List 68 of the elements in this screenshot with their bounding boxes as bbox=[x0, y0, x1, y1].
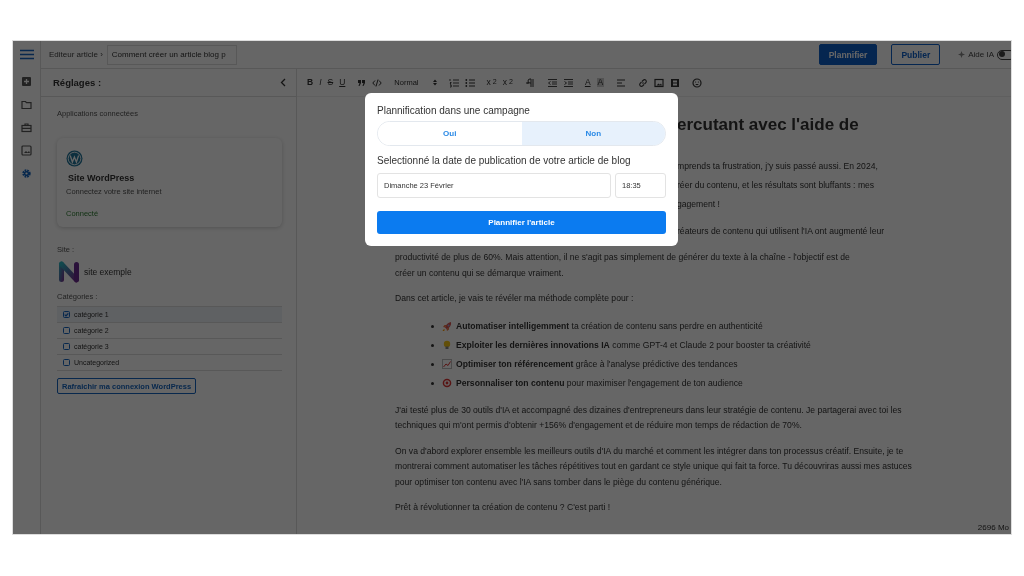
outdent-icon[interactable] bbox=[546, 77, 557, 88]
align-left-icon[interactable] bbox=[616, 77, 627, 88]
dialog-title: Plannification dans une campagne bbox=[377, 105, 531, 116]
paragraph: Dans cet article, je vais te révéler ma méthode complète pour : bbox=[395, 292, 635, 305]
code-icon[interactable] bbox=[372, 77, 383, 88]
wordpress-logo-icon bbox=[66, 150, 83, 167]
trend-chart-icon bbox=[442, 359, 452, 369]
schedule-button[interactable]: Plannifier bbox=[818, 44, 878, 65]
schedule-article-button[interactable]: Plannifier l'article bbox=[377, 211, 666, 234]
text-line: réateurs de contenu qui utilisent l'IA ont augmenté leur bbox=[677, 225, 886, 238]
link-icon[interactable] bbox=[638, 77, 649, 88]
paragraph: Prêt à révolutionner ta création de contenu ? C'est parti ! bbox=[395, 501, 612, 514]
text-line: productivité de plus de 60%. Mais attention, il ne s'agit pas simplement de générer du texte à la chaîne - l'objectif est de bbox=[395, 251, 851, 264]
list-item-text: Exploiter les dernières innovations IA comme GPT-4 et Claude 2 pour booster ta créativité bbox=[456, 338, 811, 352]
quote-icon[interactable] bbox=[357, 77, 367, 88]
toggle-label: Aide IA bbox=[968, 50, 994, 59]
text-line: gagement ! bbox=[677, 198, 721, 211]
bullet-icon bbox=[431, 343, 434, 347]
publish-button[interactable]: Publier bbox=[891, 44, 941, 65]
site-name: site exemple bbox=[84, 267, 132, 277]
breadcrumb-link[interactable]: Editeur article › bbox=[49, 50, 103, 59]
briefcase-icon[interactable] bbox=[21, 122, 32, 133]
checkbox-icon[interactable] bbox=[63, 327, 70, 334]
rocket-icon bbox=[442, 321, 452, 331]
field-label: Selectionné la date de publication de votre article de blog bbox=[377, 155, 632, 166]
toggle-switch[interactable] bbox=[997, 49, 1011, 60]
plus-square-icon[interactable] bbox=[21, 76, 32, 87]
strikethrough-button[interactable]: S bbox=[327, 78, 334, 87]
segment-option[interactable]: Non bbox=[521, 122, 665, 145]
storage-counter: 2696 Mo bbox=[977, 523, 1009, 532]
numbered-list-icon[interactable] bbox=[448, 77, 459, 88]
bullet-icon bbox=[431, 381, 434, 385]
checkbox-icon[interactable] bbox=[63, 359, 70, 366]
list-item-text: Optimiser ton référencement grâce à l'analyse prédictive des tendances bbox=[456, 357, 738, 371]
target-icon bbox=[442, 378, 452, 388]
indent-icon[interactable] bbox=[562, 77, 573, 88]
paragraph: On va d'abord explorer ensemble les meilleurs outils d'IA du marché et comment les intégrer dans ton processus créatif. Ensuite, je te montrerai comment automatiser les tâches répétitives tout en gardant ce style unique qui fait ta force. Tu découvriras aussi mes astuces pour optimiser ton contenu avec l'IA sans tomber dans le piège du contenu générique. bbox=[395, 444, 913, 489]
site-logo-icon bbox=[57, 260, 81, 284]
bullet-icon bbox=[431, 324, 434, 328]
dropdown-arrow-icon[interactable] bbox=[432, 79, 437, 86]
emoji-icon[interactable] bbox=[692, 77, 703, 88]
paragraph-direction-icon[interactable] bbox=[524, 77, 535, 88]
film-icon[interactable] bbox=[670, 77, 681, 88]
list-item-text: Personnaliser ton contenu pour maximiser l'engagement de ton audience bbox=[456, 376, 743, 390]
text-line: réer du contenu, et les résultats sont bluffants : mes bbox=[677, 179, 876, 192]
text-line: mprends ta frustration, j'y suis passé aussi. En 2024, bbox=[677, 160, 879, 173]
bold-button[interactable]: B bbox=[307, 78, 314, 87]
image-icon[interactable] bbox=[21, 145, 32, 156]
menu-icon[interactable] bbox=[19, 49, 34, 60]
checkbox-icon[interactable] bbox=[63, 343, 70, 350]
collapse-chevron-icon[interactable] bbox=[280, 78, 286, 87]
light-bulb-icon bbox=[442, 340, 452, 350]
image-icon[interactable] bbox=[654, 77, 665, 88]
article-heading: ercutant avec l'aide de bbox=[677, 115, 860, 135]
bullet-list-icon[interactable] bbox=[464, 77, 475, 88]
underline-button[interactable]: U bbox=[339, 78, 346, 87]
text-color-button[interactable]: A bbox=[584, 78, 591, 87]
folder-icon[interactable] bbox=[21, 99, 32, 110]
list-item-text: Automatiser intelligemment ta création de contenu sans perdre en authenticité bbox=[456, 319, 763, 333]
text-line: créer un contenu qui se démarque vraiment. bbox=[395, 266, 565, 280]
sparkle-icon bbox=[958, 51, 966, 58]
paragraph: J'ai testé plus de 30 outils d'IA et accompagné des dizaines d'entrepreneurs dans leur stratégie de contenu. Je partagerai avec toi les techniques qui m'ont permis d'obtenir +156% d'engagement et de réduire mon temps de rédaction de 70%. bbox=[395, 403, 903, 432]
settings-icon[interactable] bbox=[21, 168, 32, 179]
panel-title: Réglages : bbox=[53, 77, 102, 88]
bullet-icon bbox=[431, 362, 434, 366]
italic-button[interactable]: I bbox=[319, 78, 322, 87]
card-title: Site WordPress bbox=[67, 173, 135, 183]
checkbox-icon[interactable] bbox=[63, 311, 70, 318]
